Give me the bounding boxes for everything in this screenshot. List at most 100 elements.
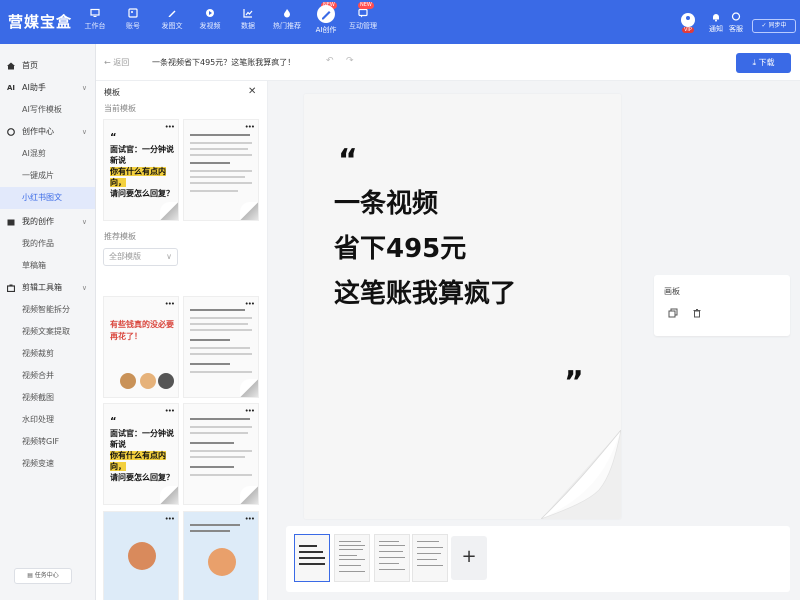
sidebar-item-text-extract[interactable]: 视频文案提取 (0, 321, 95, 343)
card-text: 面试官：一分钟说 新说 你有什么有点内向， 请问要怎么回复？ (110, 145, 174, 198)
template-card[interactable]: ••• (183, 296, 259, 398)
sidebar-item-create-center[interactable]: 创作中心 ∨ (0, 121, 95, 143)
back-button[interactable]: ← 返回 (104, 57, 129, 68)
nav-ai-create[interactable]: NEW AI创作 (306, 2, 346, 35)
sync-button[interactable]: ✓ 同步中 (752, 19, 796, 33)
sidebar-label: 首页 (22, 61, 38, 70)
quote-icon: “ (110, 132, 117, 143)
quote-icon: “ (110, 416, 117, 427)
template-card[interactable]: ••• “ 面试官：一分钟说 新说 你有什么有点内向， 请问要怎么回复？ (103, 119, 179, 221)
poster-canvas[interactable]: “ 一条视频 省下495元 这笔账我算疯了 ” (304, 94, 621, 519)
template-card[interactable]: ••• (103, 511, 179, 600)
template-card[interactable]: ••• (183, 119, 259, 221)
dog-illustration (120, 373, 136, 389)
task-center-button[interactable]: ▤ 任务中心 (14, 568, 72, 584)
more-icon: ••• (244, 407, 255, 415)
page-curl (240, 202, 258, 220)
sidebar-item-video-merge[interactable]: 视频合并 (0, 365, 95, 387)
page-thumbnail[interactable] (334, 534, 370, 582)
message-icon (731, 12, 741, 21)
notify-button[interactable]: 通知 (705, 12, 727, 34)
sidebar-item-video-speed[interactable]: 视频变速 (0, 453, 95, 475)
nav-label: 发图文 (161, 22, 183, 30)
sidebar-item-video-gif[interactable]: 视频转GIF (0, 431, 95, 453)
back-label: 返回 (113, 58, 130, 67)
image-icon (128, 8, 138, 18)
sidebar-item-my-creations[interactable]: 我的创作 ∨ (0, 211, 95, 233)
chat-icon (358, 8, 368, 18)
monitor-icon (90, 8, 100, 17)
more-icon: ••• (164, 515, 175, 523)
page-curl (160, 202, 178, 220)
download-button[interactable]: ⤓ 下载 (736, 53, 791, 73)
nav-label: 互动管理 (349, 22, 377, 30)
sidebar-item-drafts[interactable]: 草稿箱 (0, 255, 95, 277)
template-card[interactable]: ••• (183, 403, 259, 505)
sidebar-item-ai-writing[interactable]: AI写作模板 (0, 99, 95, 121)
nav-workbench[interactable]: 工作台 (75, 8, 115, 31)
sidebar: 首页 AI AI助手 ∨ AI写作模板 创作中心 ∨ AI混剪 一键成片 小红书… (0, 44, 96, 600)
sidebar-item-my-works[interactable]: 我的作品 (0, 233, 95, 255)
close-icon[interactable]: ✕ (248, 86, 256, 97)
sidebar-item-video-screenshot[interactable]: 视频截图 (0, 387, 95, 409)
task-center-label: 任务中心 (34, 572, 59, 579)
sidebar-item-video-crop[interactable]: 视频裁剪 (0, 343, 95, 365)
sidebar-item-toolbox[interactable]: 剪辑工具箱 ∨ (0, 277, 95, 299)
panel-title: 模板 (104, 88, 120, 97)
redo-icon[interactable]: ↷ (346, 56, 354, 66)
poster-line-3[interactable]: 这笔账我算疯了 (334, 277, 516, 311)
sidebar-item-video-split[interactable]: 视频智能拆分 (0, 299, 95, 321)
message-button[interactable]: 客服 (725, 12, 747, 34)
page-thumbnail[interactable] (374, 534, 410, 582)
sidebar-label: AI混剪 (22, 149, 46, 158)
ai-pen-icon (317, 5, 335, 23)
sidebar-item-home[interactable]: 首页 (0, 55, 95, 77)
more-icon: ••• (164, 300, 175, 308)
open-quote: “ (338, 143, 358, 178)
trash-icon[interactable] (692, 308, 702, 318)
add-page-button[interactable]: + (451, 536, 487, 580)
sidebar-item-one-click[interactable]: 一键成片 (0, 165, 95, 187)
nav-interaction[interactable]: NEW 互动管理 (343, 2, 383, 31)
template-panel: 模板 ✕ 当前模板 ••• “ 面试官：一分钟说 新说 你有什么有点内向， 请问… (96, 81, 268, 600)
bell-icon (713, 14, 719, 22)
sidebar-label: 创作中心 (22, 127, 54, 136)
template-card[interactable]: ••• (183, 511, 259, 600)
page-curl (541, 430, 621, 519)
cartoon-illustration (208, 548, 236, 576)
nav-label: 热门推荐 (273, 22, 301, 30)
template-card[interactable]: ••• “ 面试官：一分钟说 新说 你有什么有点内向， 请问要怎么回复？ (103, 403, 179, 505)
avatar[interactable] (681, 13, 695, 27)
editor-header: ← 返回 一条视频省下495元？这笔账我算疯了！ ↶ ↷ ⤓ 下载 (96, 44, 800, 81)
sidebar-item-xhs-post[interactable]: 小红书图文 (0, 187, 95, 209)
undo-icon[interactable]: ↶ (326, 56, 334, 66)
nav-post-image[interactable]: 发图文 (152, 8, 192, 31)
template-card[interactable]: ••• 有些钱真的没必要再花了！ (103, 296, 179, 398)
sidebar-label: 视频裁剪 (22, 349, 54, 358)
dog-illustration (158, 373, 174, 389)
sidebar-item-watermark[interactable]: 水印处理 (0, 409, 95, 431)
sidebar-item-ai-mix[interactable]: AI混剪 (0, 143, 95, 165)
close-quote: ” (564, 365, 584, 400)
nav-hot[interactable]: 热门推荐 (267, 8, 307, 31)
artboard-label: 画板 (664, 287, 680, 296)
message-label: 客服 (729, 25, 743, 33)
page-thumbnail[interactable] (412, 534, 448, 582)
poster-line-1[interactable]: 一条视频 (334, 187, 438, 221)
page-thumbnail[interactable] (294, 534, 330, 582)
sidebar-label: 我的创作 (22, 217, 54, 226)
sidebar-item-ai-assistant[interactable]: AI AI助手 ∨ (0, 77, 95, 99)
sidebar-label: 视频文案提取 (22, 327, 70, 336)
artboard-panel: 画板 (654, 275, 790, 336)
filter-value: 全部模版 (109, 252, 141, 261)
nav-account[interactable]: 账号 (113, 8, 153, 31)
poster-line-2[interactable]: 省下495元 (334, 232, 466, 266)
sidebar-label: AI助手 (22, 83, 46, 92)
nav-post-video[interactable]: 发视频 (190, 8, 230, 31)
template-filter-select[interactable]: 全部模版 ∨ (103, 248, 178, 266)
sidebar-label: 小红书图文 (22, 193, 62, 202)
document-title: 一条视频省下495元？这笔账我算疯了！ (152, 58, 296, 67)
nav-data[interactable]: 数据 (228, 8, 268, 31)
copy-icon[interactable] (668, 308, 678, 318)
vip-badge: VIP (682, 27, 694, 33)
